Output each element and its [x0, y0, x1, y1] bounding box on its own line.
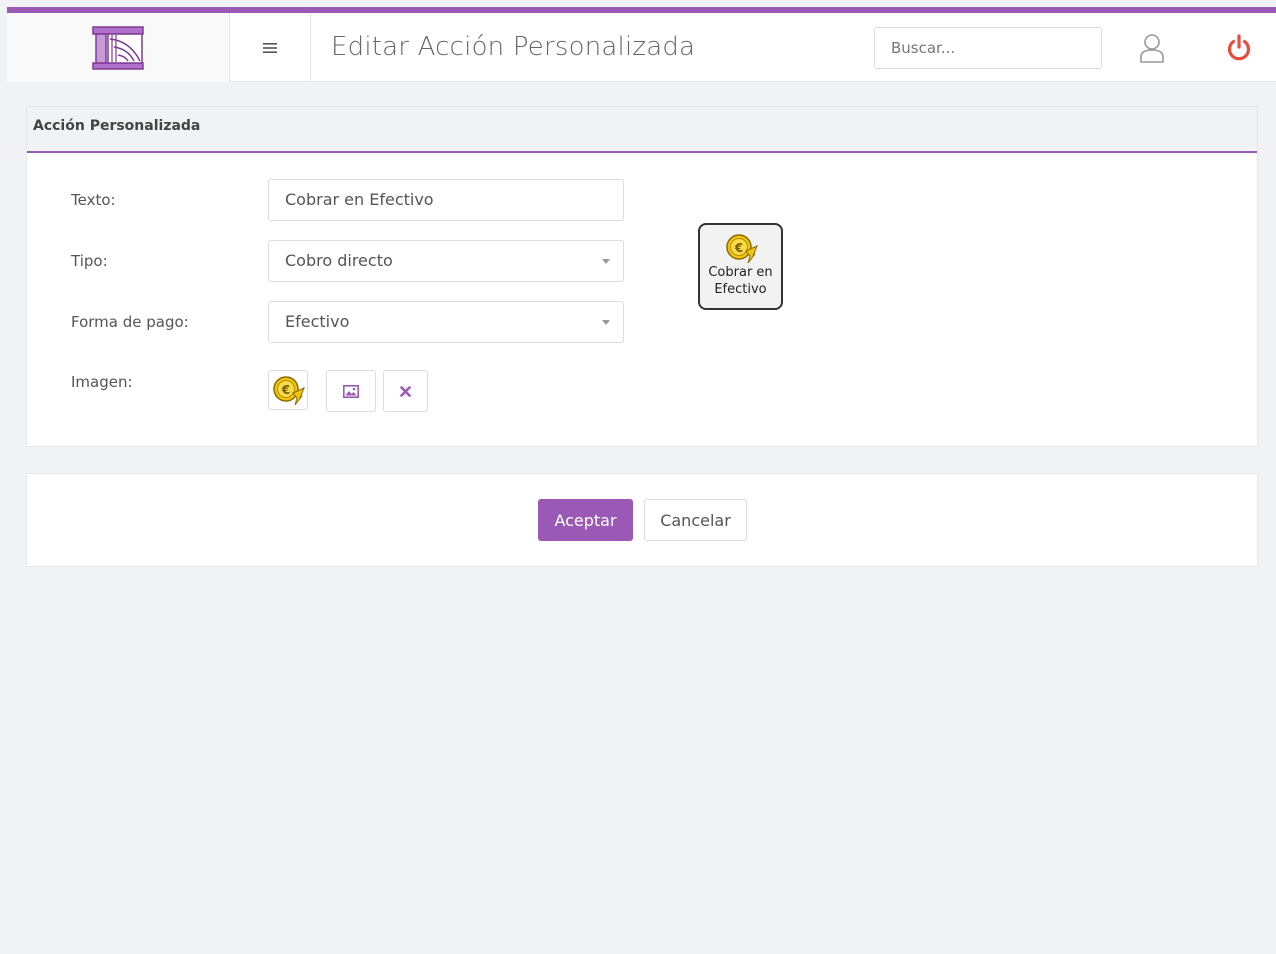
menu-toggle-button[interactable] — [230, 13, 311, 82]
forma-pago-select[interactable]: Efectivo — [268, 301, 624, 343]
actions-panel: Aceptar Cancelar — [26, 473, 1258, 567]
user-button[interactable] — [1135, 30, 1169, 66]
chevron-down-icon — [602, 320, 610, 325]
texto-input[interactable]: Cobrar en Efectivo — [268, 179, 624, 221]
svg-text:€: € — [281, 383, 290, 397]
imagen-label: Imagen: — [71, 373, 133, 391]
columns-logo-icon — [92, 25, 144, 70]
image-icon — [343, 384, 359, 398]
select-image-button[interactable] — [326, 370, 376, 412]
image-thumbnail: € — [268, 370, 308, 410]
top-bar: Editar Acción Personalizada — [7, 7, 1276, 82]
tipo-label: Tipo: — [71, 252, 108, 270]
user-icon — [1140, 34, 1164, 63]
logout-button[interactable] — [1223, 32, 1255, 64]
app-window: Editar Acción Personalizada Acción Perso… — [7, 7, 1276, 954]
euro-coin-icon: € — [273, 376, 305, 406]
panel-title: Acción Personalizada — [33, 118, 201, 134]
action-preview-tile: € Cobrar en Efectivo — [698, 223, 783, 310]
tipo-value: Cobro directo — [285, 251, 393, 270]
search-input[interactable] — [874, 27, 1102, 69]
page-title: Editar Acción Personalizada — [331, 32, 696, 62]
hamburger-icon — [263, 42, 277, 53]
panel-header: Acción Personalizada — [27, 107, 1257, 153]
texto-value: Cobrar en Efectivo — [285, 190, 434, 209]
clear-image-button[interactable] — [383, 370, 428, 412]
tipo-select[interactable]: Cobro directo — [268, 240, 624, 282]
power-icon — [1227, 34, 1251, 61]
texto-label: Texto: — [71, 191, 116, 209]
euro-coin-icon: € — [725, 234, 758, 264]
forma-pago-value: Efectivo — [285, 312, 350, 331]
chevron-down-icon — [602, 259, 610, 264]
forma-pago-label: Forma de pago: — [71, 313, 189, 331]
logo[interactable] — [7, 13, 230, 82]
svg-text:€: € — [733, 241, 742, 255]
close-icon — [400, 385, 411, 397]
accept-button[interactable]: Aceptar — [538, 499, 633, 541]
cancel-button[interactable]: Cancelar — [644, 499, 747, 541]
custom-action-panel: Acción Personalizada Texto: Cobrar en Ef… — [26, 106, 1258, 447]
preview-label: Cobrar en Efectivo — [708, 265, 773, 297]
